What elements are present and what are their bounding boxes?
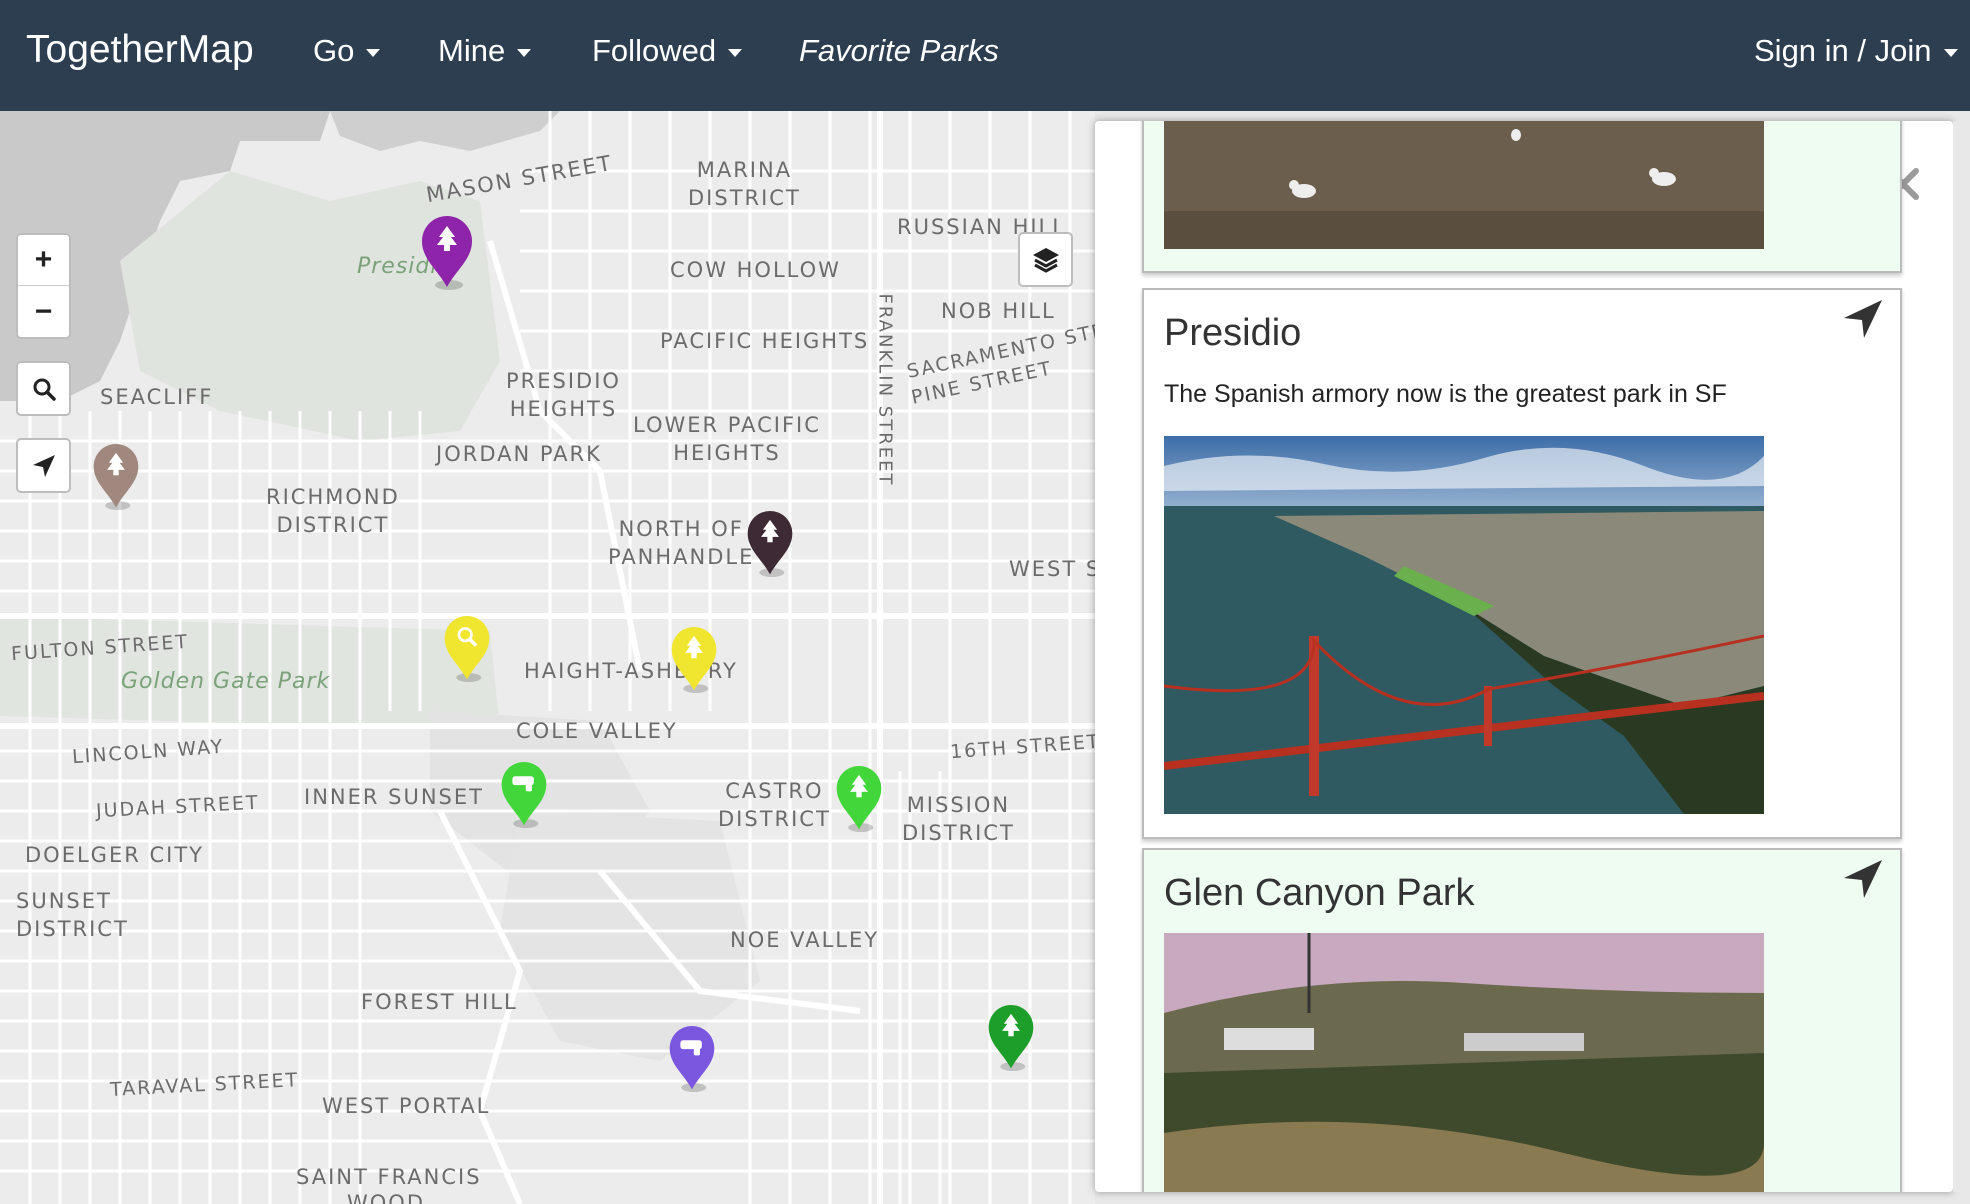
map-label: PACIFIC HEIGHTS [660,329,870,353]
search-icon [33,378,56,401]
place-title[interactable]: Presidio [1164,312,1301,355]
signin-label: Sign in / Join [1754,33,1932,68]
signin-dropdown[interactable]: Sign in / Join [1754,33,1958,69]
bernal-marker[interactable] [986,1002,1036,1074]
place-card-partial[interactable] [1142,121,1902,273]
castro-marker[interactable] [834,763,884,835]
haight-marker[interactable] [669,624,719,696]
caret-down-icon [517,49,532,57]
zoom-in-button[interactable]: + [18,235,69,286]
brand-logo[interactable]: TogetherMap [26,28,254,72]
place-photo-seagulls [1164,121,1764,249]
map-label: JORDAN PARK [436,442,602,466]
map-label: NOB HILL [941,299,1056,323]
map-label: WEST S [1009,557,1095,581]
map-label: NORTH OF PANHANDLE [608,517,755,569]
locate-me-button[interactable] [16,438,71,493]
nav-followed-dropdown[interactable]: Followed [592,33,743,69]
place-card-glen-canyon[interactable]: Glen Canyon Park [1142,848,1902,1192]
nav-go-label: Go [313,33,355,68]
place-description: The Spanish armory now is the greatest p… [1164,380,1727,408]
map-label: DOELGER CITY [25,843,204,867]
current-map-title[interactable]: Favorite Parks [799,33,999,69]
map-label: NOE VALLEY [730,928,880,952]
map-label: RICHMOND DISTRICT [266,485,400,537]
place-title[interactable]: Glen Canyon Park [1164,872,1475,915]
map-label: SEACLIFF [100,385,214,409]
nav-followed-label: Followed [592,33,717,68]
presidio-marker[interactable] [419,213,475,293]
map-label: COLE VALLEY [516,719,678,743]
map-label: FRANKLIN STREET [874,293,896,487]
navigate-arrow-icon[interactable] [1840,296,1886,342]
map-label: MARINA DISTRICT [688,158,801,210]
nav-mine-label: Mine [438,33,506,68]
map-label: COW HOLLOW [670,258,841,282]
location-arrow-icon [32,454,55,477]
places-panel[interactable]: Presidio The Spanish armory now is the g… [1095,121,1953,1192]
caret-down-icon [1943,49,1958,57]
layers-icon [1032,247,1059,273]
page-scrollbar[interactable] [1953,121,1970,1192]
inner-sunset-marker[interactable] [499,759,549,831]
map-label: WOOD [347,1191,425,1204]
zoom-out-button[interactable]: − [18,286,69,337]
map-label: SUNSET DISTRICT [16,889,129,941]
map-label: PRESIDIO HEIGHTS [506,369,621,421]
park-label: Golden Gate Park [121,669,331,694]
map-search-button[interactable] [16,361,71,416]
caret-down-icon [366,49,381,57]
nav-go-dropdown[interactable]: Go [313,33,381,69]
panhandle-marker[interactable] [745,508,795,580]
seacliff-marker[interactable] [91,441,141,513]
place-photo-glen-canyon [1164,933,1764,1192]
map-label: SAINT FRANCIS [296,1165,482,1189]
map-label: INNER SUNSET [304,785,484,809]
caret-down-icon [728,49,743,57]
place-photo-golden-gate [1164,436,1764,814]
map-label: FOREST HILL [361,990,518,1014]
zoom-control: + − [16,233,71,339]
layers-button[interactable] [1018,232,1073,287]
place-card-presidio[interactable]: Presidio The Spanish armory now is the g… [1142,288,1902,839]
ggpark-marker[interactable] [442,613,492,685]
top-navbar: TogetherMap Go Mine Followed Favorite Pa… [0,0,1970,111]
map-label: MISSION DISTRICT [902,793,1015,845]
map-canvas[interactable]: MASON STREET MARINA DISTRICT RUSSIAN HIL… [0,111,1095,1204]
map-label: CASTRO DISTRICT [718,779,831,831]
navigate-arrow-icon[interactable] [1840,856,1886,902]
map-label: WEST PORTAL [322,1094,491,1118]
nav-mine-dropdown[interactable]: Mine [438,33,532,69]
glen-canyon-marker[interactable] [667,1023,717,1095]
map-label: LOWER PACIFIC HEIGHTS [633,413,821,465]
